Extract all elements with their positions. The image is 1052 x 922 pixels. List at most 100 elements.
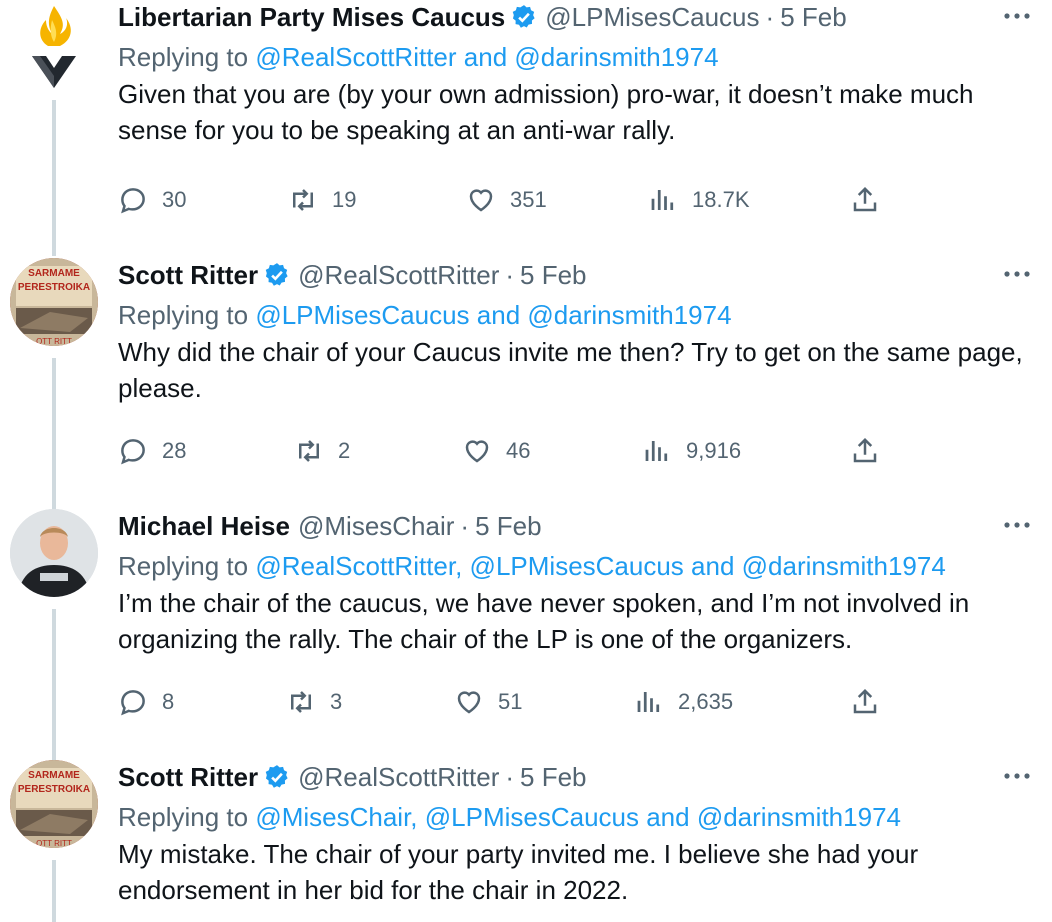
retweet-button[interactable]: 2 [294,431,350,471]
replying-to: Replying to @MisesChair, @LPMisesCaucus … [118,800,1032,834]
views-button[interactable]: 9,916 [642,431,741,471]
like-icon [469,189,493,212]
replying-to-label: Replying to [118,551,249,581]
separator-dot: · [460,511,470,541]
views-count: 2,635 [678,689,734,714]
tweet-date[interactable]: 5 Feb [780,0,847,34]
tweet-text: Given that you are (by your own admissio… [118,79,974,145]
verified-badge-icon [512,5,535,28]
share-icon [853,186,877,212]
cover-title-top: SARMAME [28,770,80,781]
replying-to-label: Replying to [118,802,249,832]
reply-mentions[interactable]: @RealScottRitter, @LPMisesCaucus and @da… [255,551,946,581]
tweet[interactable]: Libertarian Party Mises Caucus @LPMisesC… [0,0,1052,256]
replying-to-label: Replying to [118,300,249,330]
handle[interactable]: @LPMisesCaucus [545,0,759,34]
tweet-header: Scott Ritter @RealScottRitter · 5 Feb [118,760,1032,794]
separator-dot: · [505,260,515,290]
reply-mentions[interactable]: @LPMisesCaucus and @darinsmith1974 [255,300,731,330]
reply-icon [121,439,145,465]
avatar-book-cover[interactable]: SARMAME PERESTROIKA OTT RITT [10,258,98,346]
separator-dot: · [505,762,515,792]
retweet-icon [299,440,319,462]
more-icon[interactable] [1002,264,1032,284]
reply-mentions[interactable]: @MisesChair, @LPMisesCaucus and @darinsm… [255,802,901,832]
retweet-button[interactable]: 3 [286,682,342,722]
tweet-text: Why did the chair of your Caucus invite … [118,337,1023,403]
tweet-header: Libertarian Party Mises Caucus @LPMisesC… [118,0,1032,34]
tweet-date[interactable]: 5 Feb [475,509,542,543]
handle[interactable]: @RealScottRitter [298,760,499,794]
cover-title-top: SARMAME [28,268,80,279]
retweet-count: 2 [338,438,351,463]
tweet-date[interactable]: 5 Feb [520,760,587,794]
like-count: 351 [510,187,547,212]
like-button[interactable]: 351 [466,180,547,220]
reply-mentions[interactable]: @RealScottRitter and @darinsmith1974 [255,42,718,72]
display-name[interactable]: Scott Ritter [118,760,258,794]
tweet[interactable]: SARMAME PERESTROIKA OTT RITT Scott Ritte… [0,760,1052,922]
replying-to: Replying to @RealScottRitter and @darins… [118,40,1032,74]
replying-to: Replying to @RealScottRitter, @LPMisesCa… [118,549,1032,583]
reply-count: 30 [162,187,187,212]
share-icon [853,437,877,463]
like-icon [457,691,481,714]
views-count: 18.7K [692,187,750,212]
cover-title: PERESTROIKA [18,282,90,293]
share-button[interactable] [850,180,894,220]
tweet-date[interactable]: 5 Feb [520,258,587,292]
retweet-count: 19 [332,187,357,212]
more-icon[interactable] [1002,766,1032,786]
views-icon [645,441,668,461]
retweet-icon [291,691,311,713]
replying-to-label: Replying to [118,42,249,72]
share-button[interactable] [850,431,894,471]
retweet-icon [293,189,313,211]
flame-logo-icon [32,6,76,88]
tweet[interactable]: SARMAME PERESTROIKA OTT RITT Scott Ritte… [0,258,1052,514]
views-button[interactable]: 2,635 [634,682,733,722]
display-name[interactable]: Michael Heise [118,509,290,543]
retweet-button[interactable]: 19 [288,180,356,220]
reply-button[interactable]: 30 [118,180,186,220]
display-name[interactable]: Libertarian Party Mises Caucus [118,0,505,34]
reply-button[interactable]: 8 [118,682,174,722]
reply-icon [121,188,145,214]
share-icon [853,688,877,714]
views-count: 9,916 [686,438,742,463]
share-button[interactable] [850,682,894,722]
replying-to: Replying to @LPMisesCaucus and @darinsmi… [118,298,1032,332]
views-button[interactable]: 18.7K [648,180,750,220]
action-bar: 8 3 51 2,635 [0,682,1052,722]
views-icon [651,190,674,210]
display-name[interactable]: Scott Ritter [118,258,258,292]
verified-badge-icon [265,263,288,286]
retweet-count: 3 [330,689,343,714]
views-icon [637,692,660,712]
action-bar: 28 2 46 9,916 [0,431,1052,471]
tweet-text: My mistake. The chair of your party invi… [118,839,919,905]
more-icon[interactable] [1002,515,1032,535]
like-count: 51 [498,689,523,714]
handle[interactable]: @MisesChair [298,509,454,543]
reply-button[interactable]: 28 [118,431,186,471]
verified-badge-icon [265,765,288,788]
reply-count: 28 [162,438,187,463]
like-button[interactable]: 46 [462,431,530,471]
tweet-header: Scott Ritter @RealScottRitter · 5 Feb [118,258,1032,292]
avatar-person-photo[interactable] [10,509,98,597]
tweet-header: Michael Heise @MisesChair · 5 Feb [118,509,1032,543]
tweet-text: I’m the chair of the caucus, we have nev… [118,588,970,654]
like-icon [465,440,489,463]
handle[interactable]: @RealScottRitter [298,258,499,292]
separator-dot: · [765,2,775,32]
cover-title: PERESTROIKA [18,784,90,795]
more-icon[interactable] [1002,6,1032,26]
action-bar: 30 19 351 18.7K [0,180,1052,220]
tweet[interactable]: Michael Heise @MisesChair · 5 Feb Replyi… [0,509,1052,765]
cover-author: OTT RITT [36,839,72,848]
avatar-flame-logo[interactable] [10,0,98,88]
like-count: 46 [506,438,531,463]
like-button[interactable]: 51 [454,682,522,722]
avatar-book-cover[interactable]: SARMAME PERESTROIKA OTT RITT [10,760,98,848]
